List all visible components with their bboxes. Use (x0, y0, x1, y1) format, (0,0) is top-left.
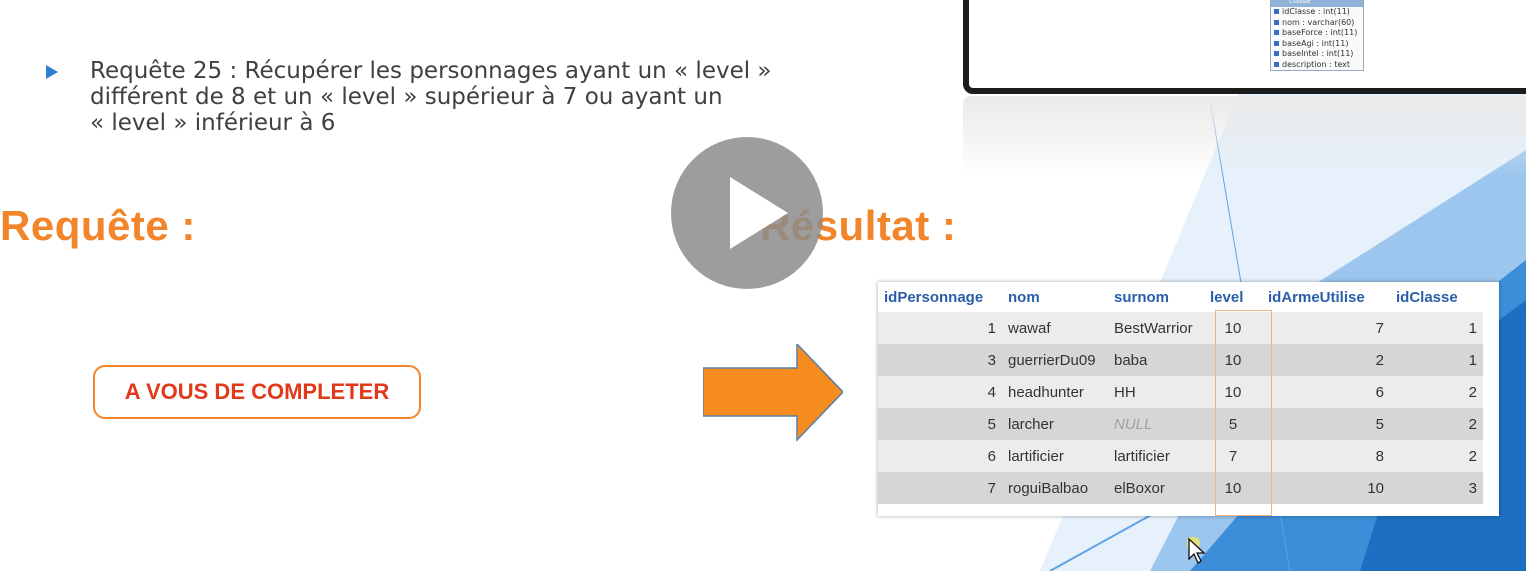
cell-idarmeutilise: 6 (1262, 376, 1390, 408)
triangle-bullet-icon (46, 65, 58, 79)
column-header[interactable]: idPersonnage (878, 282, 1002, 312)
schema-field: baseIntel : int(11) (1271, 49, 1363, 60)
cell-idclasse: 1 (1390, 312, 1483, 344)
play-button[interactable] (671, 137, 823, 289)
schema-screenshot-frame (963, 0, 1526, 94)
cell-idarmeutilise: 10 (1262, 472, 1390, 504)
cell-nom: guerrierDu09 (1002, 344, 1108, 376)
cell-idpersonnage: 6 (878, 440, 1002, 472)
cell-nom: larcher (1002, 408, 1108, 440)
result-table-panel: idPersonnage nom surnom level idArmeUtil… (878, 282, 1499, 516)
cell-surnom: elBoxor (1108, 472, 1204, 504)
cell-idarmeutilise: 8 (1262, 440, 1390, 472)
schema-title: classe (1271, 0, 1363, 7)
question-line: différent de 8 et un « level » supérieur… (90, 84, 723, 110)
schema-field: idClasse : int(11) (1271, 7, 1363, 18)
cell-idclasse: 1 (1390, 344, 1483, 376)
cell-idclasse: 2 (1390, 408, 1483, 440)
schema-field: baseAgi : int(11) (1271, 39, 1363, 50)
field-icon (1274, 30, 1279, 35)
table-row[interactable]: 1 wawaf BestWarrior 10 7 1 (878, 312, 1483, 344)
cell-idclasse: 2 (1390, 440, 1483, 472)
cell-surnom: NULL (1108, 408, 1204, 440)
column-header[interactable]: level (1204, 282, 1262, 312)
field-icon (1274, 40, 1279, 46)
heading-requete: Requête : (0, 202, 196, 249)
cell-idpersonnage: 5 (878, 408, 1002, 440)
cell-surnom: lartificier (1108, 440, 1204, 472)
cell-nom: lartificier (1002, 440, 1108, 472)
question-line: Requête 25 : Récupérer les personnages a… (90, 58, 772, 84)
cell-idarmeutilise: 5 (1262, 408, 1390, 440)
cell-level: 10 (1204, 376, 1262, 408)
schema-table-classe: classe idClasse : int(11) nom : varchar(… (1270, 0, 1364, 71)
key-icon (1274, 9, 1279, 14)
cell-level: 10 (1204, 312, 1262, 344)
table-row[interactable]: 3 guerrierDu09 baba 10 2 1 (878, 344, 1483, 376)
schema-field: description : text (1271, 60, 1363, 71)
mouse-pointer-icon (1187, 537, 1206, 564)
column-header[interactable]: idClasse (1390, 282, 1483, 312)
field-icon (1274, 51, 1279, 56)
schema-field: nom : varchar(60) (1271, 18, 1363, 29)
cell-idarmeutilise: 7 (1262, 312, 1390, 344)
result-table: idPersonnage nom surnom level idArmeUtil… (878, 282, 1483, 504)
cell-surnom: BestWarrior (1108, 312, 1204, 344)
table-row[interactable]: 6 lartificier lartificier 7 8 2 (878, 440, 1483, 472)
cell-surnom: HH (1108, 376, 1204, 408)
cell-level: 10 (1204, 472, 1262, 504)
play-icon (730, 177, 788, 249)
complete-prompt-box: A VOUS DE COMPLETER (93, 365, 421, 419)
cell-level: 10 (1204, 344, 1262, 376)
cell-idpersonnage: 3 (878, 344, 1002, 376)
column-header[interactable]: surnom (1108, 282, 1204, 312)
field-icon (1274, 61, 1279, 67)
cell-level: 5 (1204, 408, 1262, 440)
inset-reflection (963, 96, 1526, 176)
cell-level: 7 (1204, 440, 1262, 472)
question-text: Requête 25 : Récupérer les personnages a… (46, 58, 922, 136)
cell-surnom: baba (1108, 344, 1204, 376)
table-header-row: idPersonnage nom surnom level idArmeUtil… (878, 282, 1483, 312)
cell-idclasse: 3 (1390, 472, 1483, 504)
cell-nom: roguiBalbao (1002, 472, 1108, 504)
column-header[interactable]: nom (1002, 282, 1108, 312)
table-row[interactable]: 4 headhunter HH 10 6 2 (878, 376, 1483, 408)
column-header[interactable]: idArmeUtilise (1262, 282, 1390, 312)
cell-idarmeutilise: 2 (1262, 344, 1390, 376)
cell-idclasse: 2 (1390, 376, 1483, 408)
table-row[interactable]: 5 larcher NULL 5 5 2 (878, 408, 1483, 440)
table-row[interactable]: 7 roguiBalbao elBoxor 10 10 3 (878, 472, 1483, 504)
cell-idpersonnage: 1 (878, 312, 1002, 344)
cell-nom: wawaf (1002, 312, 1108, 344)
schema-field: baseForce : int(11) (1271, 28, 1363, 39)
question-line: « level » inférieur à 6 (90, 110, 336, 136)
field-icon (1274, 19, 1279, 25)
arrow-right-icon (703, 344, 843, 442)
cell-nom: headhunter (1002, 376, 1108, 408)
cell-idpersonnage: 4 (878, 376, 1002, 408)
cell-idpersonnage: 7 (878, 472, 1002, 504)
